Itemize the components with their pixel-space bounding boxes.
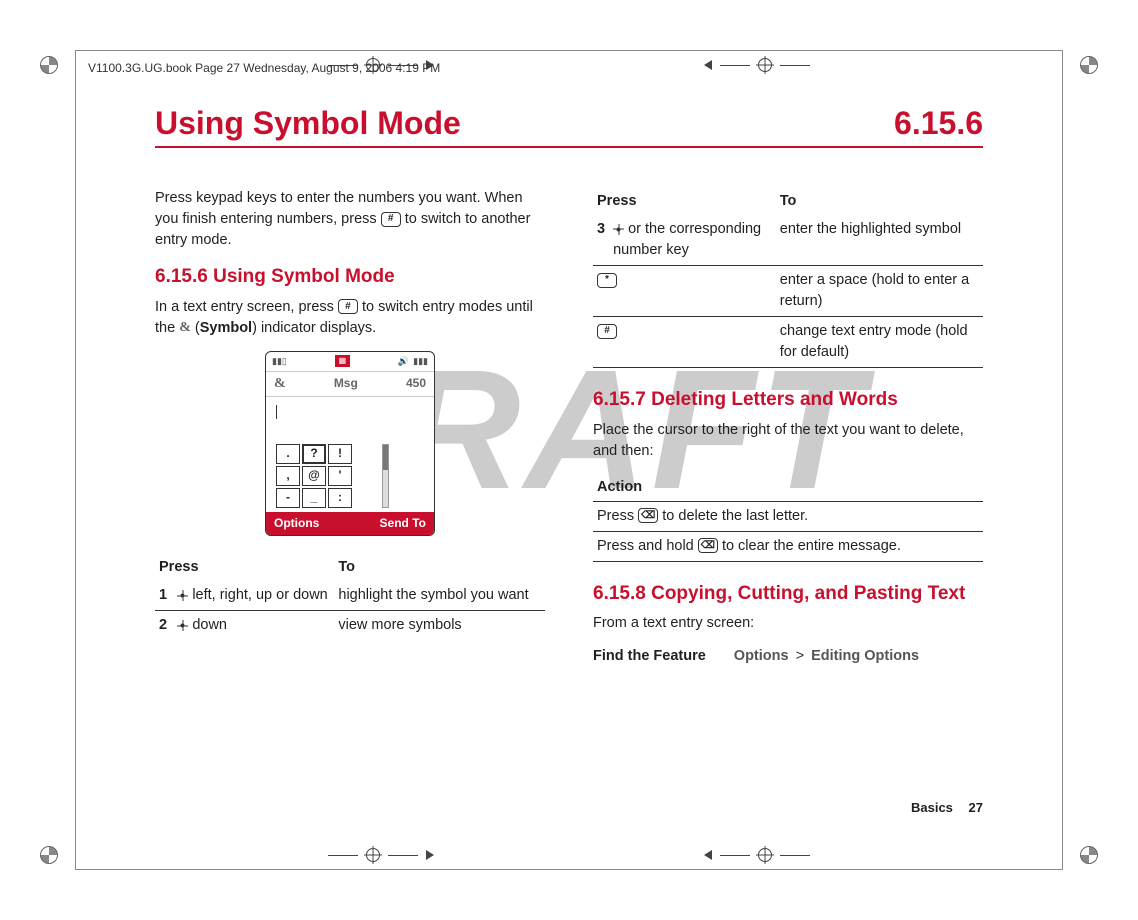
star-key-icon: * xyxy=(597,273,617,288)
subsection-heading: 6.15.7 Deleting Letters and Words xyxy=(593,386,983,414)
section-heading: Using Symbol Mode 6.15.6 xyxy=(155,105,983,148)
section-number: 6.15.6 xyxy=(894,105,983,142)
intro-paragraph: Press keypad keys to enter the numbers y… xyxy=(155,188,545,251)
symbol-cell: ' xyxy=(328,466,352,486)
table-row: 3 or the corresponding number key enter … xyxy=(593,215,983,266)
registration-mark-icon xyxy=(1080,846,1098,864)
center-key-icon xyxy=(613,224,624,235)
section-title: Using Symbol Mode xyxy=(155,105,461,142)
right-column: Press To 3 or the corresponding number k… xyxy=(593,188,983,667)
sound-icon: 🔊 xyxy=(398,355,409,368)
phone-body: . ? ! , @ ' - _ : xyxy=(266,397,434,512)
table-header-press: Press xyxy=(155,554,334,581)
page-content: Using Symbol Mode 6.15.6 Press keypad ke… xyxy=(155,105,983,815)
symbol-cell: . xyxy=(276,444,300,464)
hash-key-icon: # xyxy=(381,212,401,227)
registration-mark-icon xyxy=(1080,56,1098,74)
softkey-left: Options xyxy=(274,515,319,532)
phone-screen-illustration: ▮▮▯ ▦ 🔊 ▮▮▮ & Msg 450 . xyxy=(265,351,435,537)
find-feature-value: Options > Editing Options xyxy=(734,646,919,667)
symbol-cell: ? xyxy=(302,444,326,464)
symbol-cell: ! xyxy=(328,444,352,464)
registration-mark-icon xyxy=(40,846,58,864)
battery-icon: ▮▮▮ xyxy=(413,355,428,368)
char-count: 450 xyxy=(406,375,426,392)
delete-intro: Place the cursor to the right of the tex… xyxy=(593,420,983,462)
nav-key-icon xyxy=(177,620,188,631)
table-header-press: Press xyxy=(593,188,776,215)
page-header-meta: V1100.3G.UG.book Page 27 Wednesday, Augu… xyxy=(88,61,1050,75)
action-table: Action Press ⌫ to delete the last letter… xyxy=(593,474,983,562)
subsection-heading: 6.15.6 Using Symbol Mode xyxy=(155,263,545,291)
signal-icon: ▮▮▯ xyxy=(272,355,287,368)
symbol-grid: . ? ! , @ ' - _ : xyxy=(276,444,378,508)
phone-title-bar: & Msg 450 xyxy=(266,371,434,397)
table-row: Press ⌫ to delete the last letter. xyxy=(593,501,983,531)
table-header-to: To xyxy=(776,188,983,215)
find-feature-label: Find the Feature xyxy=(593,646,706,667)
find-feature-row: Find the Feature Options > Editing Optio… xyxy=(593,646,983,667)
mode-indicator-icon: & xyxy=(274,374,286,394)
two-column-layout: Press keypad keys to enter the numbers y… xyxy=(155,188,983,667)
phone-status-bar: ▮▮▯ ▦ 🔊 ▮▮▮ xyxy=(266,352,434,371)
softkey-right: Send To xyxy=(380,515,426,532)
table-row: Press and hold ⌫ to clear the entire mes… xyxy=(593,531,983,561)
ampersand-icon: & xyxy=(179,320,191,335)
scrollbar xyxy=(382,444,389,508)
symbol-cell: , xyxy=(276,466,300,486)
nav-key-icon xyxy=(177,590,188,601)
symbol-cell: : xyxy=(328,488,352,508)
table-row: 2 down view more symbols xyxy=(155,611,545,641)
page-footer: Basics 27 xyxy=(911,800,983,815)
hash-key-icon: # xyxy=(338,299,358,314)
flag-icon: ▦ xyxy=(335,355,351,367)
table-row: 1 left, right, up or down highlight the … xyxy=(155,581,545,611)
text-cursor xyxy=(276,405,277,419)
clear-key-icon: ⌫ xyxy=(698,538,718,553)
table-row: * enter a space (hold to enter a return) xyxy=(593,266,983,317)
page-number: 27 xyxy=(969,800,983,815)
symbol-cell: @ xyxy=(302,466,326,486)
table-header-to: To xyxy=(334,554,545,581)
copy-intro: From a text entry screen: xyxy=(593,613,983,634)
left-column: Press keypad keys to enter the numbers y… xyxy=(155,188,545,667)
phone-title: Msg xyxy=(286,375,406,392)
hash-key-icon: # xyxy=(597,324,617,339)
symbol-cell: _ xyxy=(302,488,326,508)
clear-key-icon: ⌫ xyxy=(638,508,658,523)
press-to-table: Press To 1 left, right, up or down highl… xyxy=(155,554,545,640)
table-header-action: Action xyxy=(593,474,983,502)
phone-softkeys: Options Send To xyxy=(266,512,434,535)
symbol-mode-paragraph: In a text entry screen, press # to switc… xyxy=(155,297,545,339)
footer-section: Basics xyxy=(911,800,953,815)
registration-mark-icon xyxy=(40,56,58,74)
press-to-table: Press To 3 or the corresponding number k… xyxy=(593,188,983,368)
subsection-heading: 6.15.8 Copying, Cutting, and Pasting Tex… xyxy=(593,580,983,608)
symbol-cell: - xyxy=(276,488,300,508)
table-row: # change text entry mode (hold for defau… xyxy=(593,317,983,368)
